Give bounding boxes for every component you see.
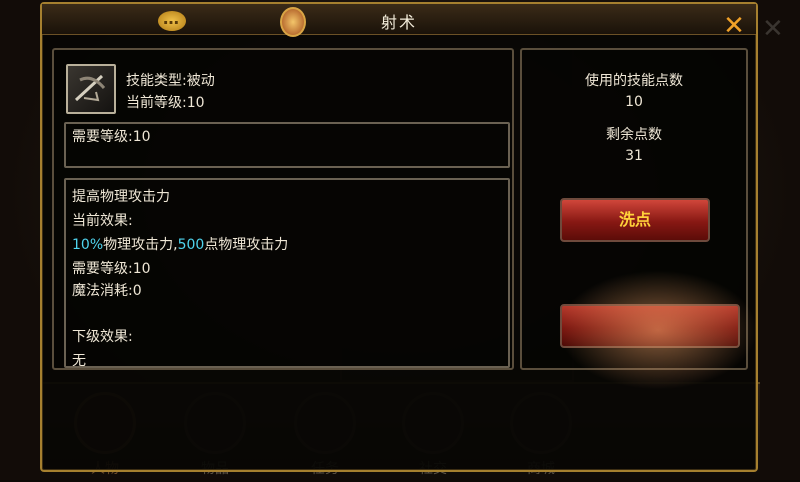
used-points-value: 10: [625, 94, 643, 110]
dialog-title: 射术: [380, 13, 417, 32]
next-effect-label: 下级效果:: [72, 329, 133, 345]
requirement-box: 需要等级:10: [64, 122, 510, 168]
required-level: 需要等级:10: [72, 129, 151, 145]
skill-points-panel: 使用的技能点数 10 剩余点数 31 洗点: [520, 48, 748, 370]
effect-flat: 500: [177, 237, 205, 253]
remaining-points-value: 31: [625, 148, 643, 164]
current-effect-value: 10%物理攻击力,500点物理攻击力: [72, 234, 288, 254]
used-points-label: 使用的技能点数: [585, 73, 683, 89]
background-close-icon: ✕: [762, 14, 784, 44]
current-effect-label: 当前效果:: [72, 213, 133, 229]
skill-type: 技能类型:被动: [126, 73, 215, 89]
dialog-titlebar: 射术 ✕: [42, 4, 756, 39]
effect-box[interactable]: 提高物理攻击力 当前效果: 10%物理攻击力,500点物理攻击力 需要等级:10…: [64, 178, 510, 368]
effect-text-1: 物理攻击力,: [103, 237, 178, 253]
remaining-points-label: 剩余点数: [606, 127, 662, 143]
effect-description: 提高物理攻击力: [72, 189, 170, 205]
skill-detail-dialog: 射术 ✕ 技能类型:被动 当前等级:10 需要等级:10 提高物理攻击力 当前效…: [40, 2, 758, 472]
skill-level: 当前等级:10: [126, 95, 205, 111]
effect-percent: 10%: [72, 237, 104, 253]
skill-info-panel: 技能类型:被动 当前等级:10 需要等级:10 提高物理攻击力 当前效果: 10…: [52, 48, 514, 370]
effect-text-2: 点物理攻击力: [204, 237, 289, 253]
effect-required-level: 需要等级:10: [72, 261, 151, 277]
mana-cost: 魔法消耗:0: [72, 283, 142, 299]
close-button[interactable]: ✕: [722, 13, 746, 39]
crossbow-skill-icon: [66, 64, 116, 114]
next-effect-value: 无: [72, 353, 86, 368]
reset-points-button[interactable]: 洗点: [560, 198, 710, 242]
secondary-action-button[interactable]: [560, 304, 740, 348]
